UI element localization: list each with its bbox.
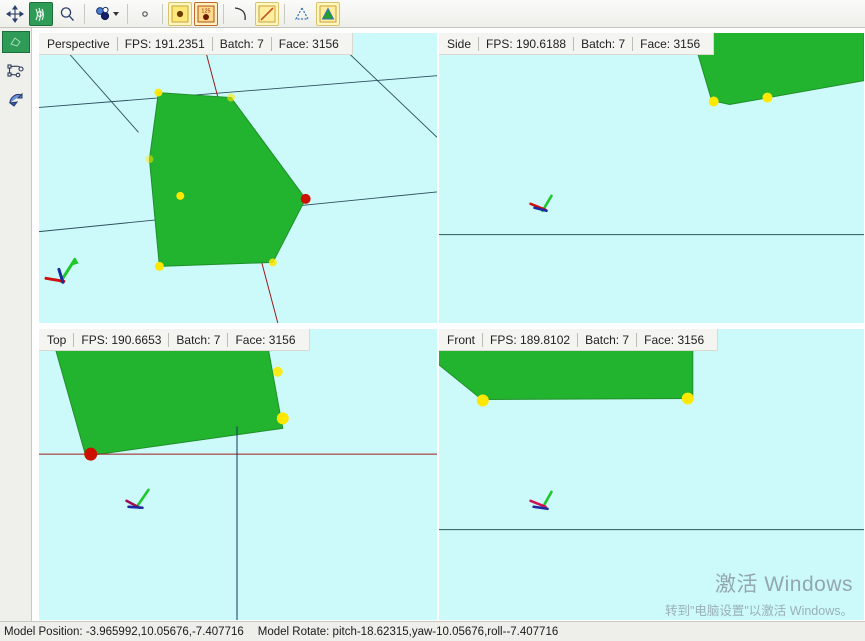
chevron-down-icon bbox=[112, 11, 119, 16]
model-thumbnail[interactable] bbox=[1, 31, 30, 53]
top-canvas[interactable] bbox=[39, 329, 437, 620]
vertex-handle bbox=[154, 261, 164, 271]
face-label: Face: 3156 bbox=[278, 36, 339, 51]
svg-text:125: 125 bbox=[201, 8, 210, 14]
spheres-icon bbox=[95, 6, 109, 20]
viewport-top[interactable]: Top FPS: 190.6653 Batch: 7 Face: 3156 bbox=[38, 328, 438, 621]
joint-bone-icon bbox=[6, 64, 24, 78]
viewport-header-top: Top FPS: 190.6653 Batch: 7 Face: 3156 bbox=[39, 329, 310, 351]
move-cross-icon bbox=[6, 4, 24, 23]
small-dot-icon bbox=[142, 10, 148, 17]
numbered-vertex-tool-button[interactable]: 125 bbox=[194, 1, 218, 26]
paint-tool-button[interactable] bbox=[2, 87, 30, 113]
material-tool-button[interactable] bbox=[90, 2, 122, 26]
viewport-grid: Perspective FPS: 191.2351 Batch: 7 Face:… bbox=[32, 28, 865, 621]
fps-label: FPS: 190.6188 bbox=[486, 36, 567, 51]
viewport-title: Side bbox=[447, 36, 472, 51]
fps-label: FPS: 191.2351 bbox=[124, 36, 205, 51]
viewport-title: Front bbox=[447, 332, 476, 347]
batch-label: Batch: 7 bbox=[219, 36, 264, 51]
main-toolbar: 125 bbox=[0, 0, 865, 28]
model-thumbnail-icon bbox=[9, 37, 21, 47]
brush-stroke-icon bbox=[35, 7, 45, 21]
select-tool-button[interactable] bbox=[29, 1, 53, 26]
application-window: 125 Perspective FPS: 191.2351 Batch: 7 F… bbox=[0, 0, 865, 641]
triangle-outline-icon bbox=[294, 6, 310, 20]
face-label: Face: 3156 bbox=[640, 36, 701, 51]
rotate-paint-icon bbox=[8, 92, 22, 107]
face-label: Face: 3156 bbox=[644, 332, 705, 347]
move-tool-button[interactable] bbox=[3, 2, 27, 26]
batch-label: Batch: 7 bbox=[585, 332, 630, 347]
magnifier-icon bbox=[60, 6, 74, 21]
vertex-handle bbox=[276, 412, 289, 425]
fps-label: FPS: 189.8102 bbox=[490, 332, 571, 347]
vertex-handle bbox=[681, 392, 694, 405]
model-rotation-label: Model Rotate: pitch-18.62315,yaw-10.0567… bbox=[257, 625, 559, 638]
curve-icon bbox=[234, 6, 246, 20]
selected-handle bbox=[84, 447, 98, 461]
vertex-handle bbox=[272, 366, 283, 377]
fps-label: FPS: 190.6653 bbox=[81, 332, 162, 347]
numbered-dot-icon: 125 bbox=[197, 5, 215, 22]
viewport-title: Perspective bbox=[47, 36, 110, 51]
selected-handle bbox=[300, 193, 311, 204]
triangle-filled-icon bbox=[319, 5, 337, 22]
vertex-handle bbox=[154, 88, 163, 97]
toolbar-separator bbox=[162, 3, 163, 24]
face-fill-tool-button[interactable] bbox=[316, 1, 340, 26]
face-label: Face: 3156 bbox=[235, 332, 296, 347]
toolbar-separator bbox=[284, 3, 285, 24]
viewport-header-side: Side FPS: 190.6188 Batch: 7 Face: 3156 bbox=[439, 33, 715, 55]
curve-tool-button[interactable] bbox=[229, 2, 253, 26]
model-position-label: Model Position: -3.965992,10.05676,-7.40… bbox=[4, 625, 244, 638]
left-tool-rail bbox=[0, 28, 32, 621]
toolbar-separator bbox=[84, 3, 85, 24]
viewport-title: Top bbox=[47, 332, 67, 347]
vertex-handle bbox=[268, 258, 277, 267]
toolbar-separator bbox=[223, 3, 224, 24]
diagonal-line-icon bbox=[258, 5, 276, 22]
vertex-handle bbox=[762, 92, 773, 103]
vertex-handle bbox=[476, 394, 489, 407]
perspective-canvas[interactable] bbox=[39, 33, 437, 323]
batch-label: Batch: 7 bbox=[581, 36, 626, 51]
batch-label: Batch: 7 bbox=[176, 332, 221, 347]
toolbar-separator bbox=[127, 3, 128, 24]
viewport-header-front: Front FPS: 189.8102 Batch: 7 Face: 3156 bbox=[439, 329, 719, 351]
viewport-perspective[interactable]: Perspective FPS: 191.2351 Batch: 7 Face:… bbox=[38, 32, 438, 324]
viewport-side[interactable]: Side FPS: 190.6188 Batch: 7 Face: 3156 bbox=[438, 32, 865, 324]
point-size-tool-button[interactable] bbox=[133, 2, 157, 26]
vertex-handle bbox=[227, 93, 236, 102]
vertex-handle bbox=[708, 96, 719, 107]
yellow-dot-icon bbox=[171, 5, 189, 22]
vertex-tool-button[interactable] bbox=[168, 1, 192, 26]
viewport-header-perspective: Perspective FPS: 191.2351 Batch: 7 Face:… bbox=[39, 33, 353, 55]
status-bar: Model Position: -3.965992,10.05676,-7.40… bbox=[0, 621, 865, 641]
vertex-handle bbox=[145, 155, 154, 164]
skeleton-tool-button[interactable] bbox=[2, 59, 30, 85]
zoom-tool-button[interactable] bbox=[55, 2, 79, 26]
center-handle bbox=[176, 191, 185, 200]
front-canvas[interactable] bbox=[439, 329, 864, 620]
side-canvas[interactable] bbox=[439, 33, 864, 323]
viewport-front[interactable]: Front FPS: 189.8102 Batch: 7 Face: 3156 bbox=[438, 328, 865, 621]
edge-tool-button[interactable] bbox=[255, 1, 279, 26]
face-outline-tool-button[interactable] bbox=[290, 2, 314, 26]
